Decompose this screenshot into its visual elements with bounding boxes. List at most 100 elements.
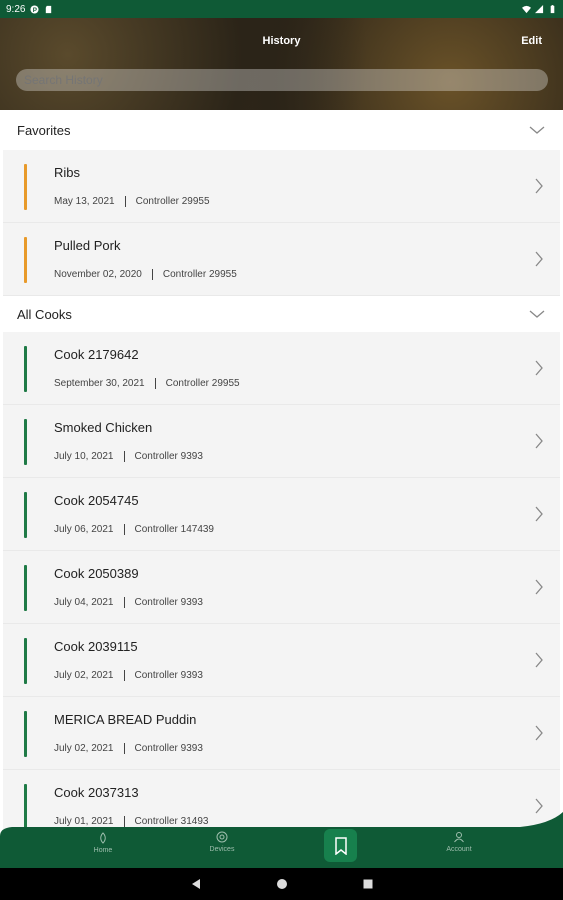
recents-icon[interactable] (361, 877, 375, 891)
cook-name: Cook 2050389 (54, 566, 139, 581)
cook-date: November 02, 2020 (54, 269, 142, 280)
cook-indicator (24, 565, 27, 611)
cook-name: Cook 2037313 (54, 785, 139, 800)
all-cooks-header[interactable]: All Cooks (0, 296, 563, 332)
cook-meta: November 02, 2020 Controller 29955 (54, 269, 237, 280)
divider (123, 597, 125, 608)
cook-item[interactable]: Smoked Chicken July 10, 2021 Controller … (3, 405, 560, 478)
cook-indicator (24, 346, 27, 392)
cook-meta: July 02, 2021 Controller 9393 (54, 743, 203, 754)
cook-item[interactable]: Cook 2039115 July 02, 2021 Controller 93… (3, 624, 560, 697)
nav-account-label: Account (446, 846, 472, 853)
cook-indicator (24, 419, 27, 465)
divider (123, 524, 125, 535)
favorites-label: Favorites (17, 122, 71, 138)
cook-date: July 02, 2021 (54, 670, 114, 681)
cook-date: July 04, 2021 (54, 597, 114, 608)
bottom-nav: Home Devices Account (0, 812, 563, 868)
cook-meta: July 10, 2021 Controller 9393 (54, 451, 203, 462)
favorites-header[interactable]: Favorites (0, 110, 563, 150)
cook-meta: September 30, 2021 Controller 29955 (54, 378, 240, 389)
home-circle-icon[interactable] (275, 877, 289, 891)
cook-name: Smoked Chicken (54, 420, 153, 435)
all-cooks-list: Cook 2179642 September 30, 2021 Controll… (0, 332, 563, 830)
search-input[interactable] (16, 69, 548, 91)
nav-devices-label: Devices (209, 846, 235, 853)
devices-icon (216, 831, 228, 843)
cook-indicator (24, 492, 27, 538)
cook-name: MERICA BREAD Puddin (54, 712, 197, 727)
chevron-right-icon (535, 725, 543, 741)
header: History Edit (0, 18, 563, 110)
divider (151, 269, 153, 280)
chevron-right-icon (535, 579, 543, 595)
chevron-right-icon (535, 251, 543, 267)
account-icon (454, 832, 464, 843)
divider (154, 378, 156, 389)
cook-meta: July 04, 2021 Controller 9393 (54, 597, 203, 608)
favorite-indicator (24, 164, 27, 210)
cook-controller: Controller 29955 (162, 269, 237, 280)
svg-text:P: P (33, 6, 37, 13)
favorite-item[interactable]: Pulled Pork November 02, 2020 Controller… (3, 223, 560, 296)
status-bar: 9:26 P (0, 0, 563, 18)
nav-devices[interactable]: Devices (177, 831, 267, 853)
chevron-down-icon (529, 126, 545, 134)
chevron-right-icon (535, 433, 543, 449)
divider (124, 196, 126, 207)
cook-controller: Controller 9393 (134, 743, 203, 754)
cook-controller: Controller 147439 (134, 524, 215, 535)
cook-name: Cook 2179642 (54, 347, 139, 362)
cook-item[interactable]: Cook 2179642 September 30, 2021 Controll… (3, 332, 560, 405)
chevron-right-icon (535, 652, 543, 668)
cook-item[interactable]: MERICA BREAD Puddin July 02, 2021 Contro… (3, 697, 560, 770)
bookmark-icon (334, 836, 347, 855)
cook-controller: Controller 29955 (135, 196, 210, 207)
cook-name: Cook 2039115 (54, 639, 138, 654)
cook-meta: July 02, 2021 Controller 9393 (54, 670, 203, 681)
chevron-right-icon (535, 178, 543, 194)
app-notification-icon: P (30, 4, 40, 13)
battery-icon (550, 4, 555, 13)
cook-name: Ribs (54, 165, 81, 180)
cook-name: Cook 2054745 (54, 493, 139, 508)
cook-controller: Controller 9393 (134, 451, 203, 462)
cook-date: May 13, 2021 (54, 196, 115, 207)
chevron-right-icon (535, 506, 543, 522)
chevron-down-icon (529, 310, 545, 318)
divider (123, 670, 125, 681)
cook-meta: July 06, 2021 Controller 147439 (54, 524, 214, 535)
signal-icon (535, 4, 544, 13)
cook-item[interactable]: Cook 2054745 July 06, 2021 Controller 14… (3, 478, 560, 551)
wifi-icon (522, 5, 531, 13)
nav-home[interactable]: Home (58, 832, 148, 854)
history-content: Favorites Ribs May 13, 2021 Controller 2… (0, 110, 563, 830)
favorites-list: Ribs May 13, 2021 Controller 29955 Pulle… (0, 150, 563, 296)
page-title: History (262, 35, 301, 47)
cook-meta: May 13, 2021 Controller 29955 (54, 196, 210, 207)
divider (123, 743, 125, 754)
cook-indicator (24, 638, 27, 684)
cook-date: September 30, 2021 (54, 378, 145, 389)
cook-indicator (24, 711, 27, 757)
back-icon[interactable] (189, 877, 203, 891)
cook-controller: Controller 9393 (134, 597, 203, 608)
favorite-indicator (24, 237, 27, 283)
nav-history-button[interactable] (324, 829, 357, 862)
cook-date: July 02, 2021 (54, 743, 114, 754)
cook-item[interactable]: Cook 2050389 July 04, 2021 Controller 93… (3, 551, 560, 624)
cook-date: July 10, 2021 (54, 451, 114, 462)
cook-date: July 06, 2021 (54, 524, 114, 535)
status-time: 9:26 (6, 3, 26, 15)
cook-name: Pulled Pork (54, 238, 121, 253)
edit-button[interactable]: Edit (521, 35, 542, 47)
divider (123, 451, 125, 462)
nav-account[interactable]: Account (414, 831, 504, 853)
system-nav-bar (0, 868, 563, 900)
home-icon (100, 832, 106, 844)
sd-card-icon (46, 5, 52, 13)
cook-controller: Controller 29955 (165, 378, 240, 389)
all-cooks-label: All Cooks (17, 306, 72, 322)
favorite-item[interactable]: Ribs May 13, 2021 Controller 29955 (3, 150, 560, 223)
nav-home-label: Home (93, 847, 113, 854)
